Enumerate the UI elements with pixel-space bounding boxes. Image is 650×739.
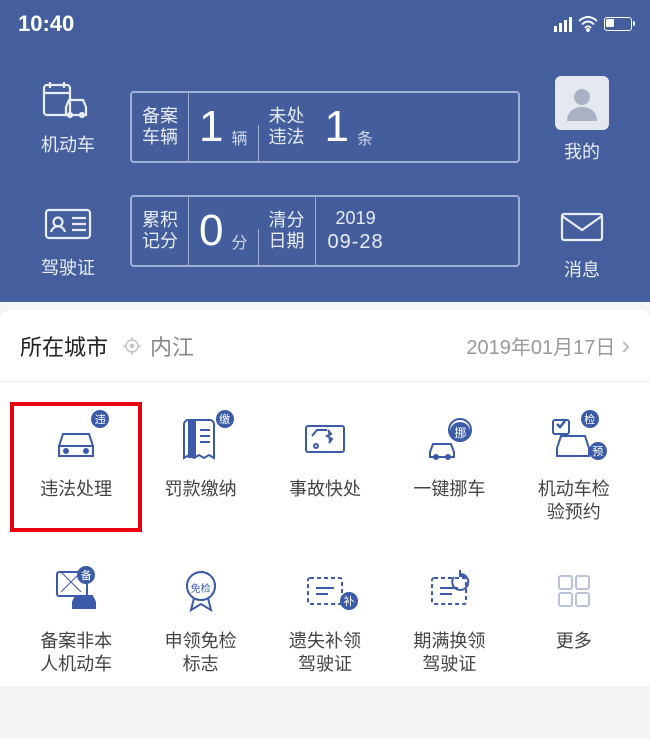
svc-move-car[interactable]: 挪 一键挪车 — [387, 412, 511, 528]
nav-label: 我的 — [564, 138, 600, 164]
status-bar: 10:40 — [18, 0, 632, 48]
svc-inspection-book[interactable]: 检 预 机动车检 验预约 — [512, 412, 636, 528]
more-icon — [547, 564, 601, 618]
svc-lost-reissue[interactable]: 补 遗失补领 驾驶证 — [263, 564, 387, 676]
car-violation-icon: 违 — [49, 412, 103, 466]
nav-label: 机动车 — [41, 131, 95, 157]
city-name: 内江 — [150, 330, 466, 362]
clock: 10:40 — [18, 11, 74, 37]
svc-accident-quick[interactable]: 事故快处 — [263, 412, 387, 528]
reset-date: 201909-28 — [316, 197, 396, 265]
exemption-icon: 免检 — [174, 564, 228, 618]
nav-messages[interactable]: 消息 — [554, 204, 610, 282]
nav-license[interactable]: 驾驶证 — [40, 202, 96, 280]
points-value: 0 — [189, 197, 231, 265]
wifi-icon — [578, 16, 598, 32]
services-grid: 违 违法处理 缴 罚款缴纳 事故快处 挪 一键挪车 — [0, 382, 650, 686]
id-card-icon — [40, 202, 96, 246]
nav-label: 驾驶证 — [41, 254, 95, 280]
move-car-icon: 挪 — [422, 412, 476, 466]
inspection-icon: 检 预 — [547, 412, 601, 466]
svc-renew-license[interactable]: 期满换领 驾驶证 — [387, 564, 511, 676]
license-card[interactable]: 累积记分 0 分 清分日期 201909-28 — [130, 195, 520, 267]
register-car-icon: 备 — [49, 564, 103, 618]
violation-count: 1 — [315, 93, 357, 161]
nav-label: 消息 — [564, 256, 600, 282]
status-icons — [554, 16, 632, 32]
svc-exemption-badge[interactable]: 免检 申领免检 标志 — [138, 564, 262, 676]
car-calendar-icon — [40, 79, 96, 123]
svc-fine-payment[interactable]: 缴 罚款缴纳 — [138, 412, 262, 528]
lost-license-icon: 补 — [298, 564, 352, 618]
battery-icon — [604, 17, 632, 31]
city-row[interactable]: 所在城市 内江 2019年01月17日 › — [0, 310, 650, 382]
avatar-icon — [555, 76, 609, 130]
receipt-icon: 缴 — [174, 412, 228, 466]
accident-icon — [298, 412, 352, 466]
vehicle-card[interactable]: 备案车辆 1 辆 未处违法 1 条 — [130, 91, 520, 163]
chevron-right-icon: › — [621, 330, 630, 361]
svc-register-other-car[interactable]: 备 备案非本 人机动车 — [14, 564, 138, 676]
current-date: 2019年01月17日 — [466, 331, 615, 360]
nav-vehicle[interactable]: 机动车 — [40, 79, 96, 157]
svc-violation-process[interactable]: 违 违法处理 — [10, 402, 142, 532]
svc-more[interactable]: 更多 — [512, 564, 636, 676]
mail-icon — [554, 204, 610, 248]
locate-icon — [122, 336, 142, 356]
registered-count: 1 — [189, 93, 231, 161]
renew-license-icon — [422, 564, 476, 618]
city-label: 所在城市 — [20, 330, 108, 362]
signal-icon — [554, 16, 572, 32]
nav-mine[interactable]: 我的 — [555, 76, 609, 164]
